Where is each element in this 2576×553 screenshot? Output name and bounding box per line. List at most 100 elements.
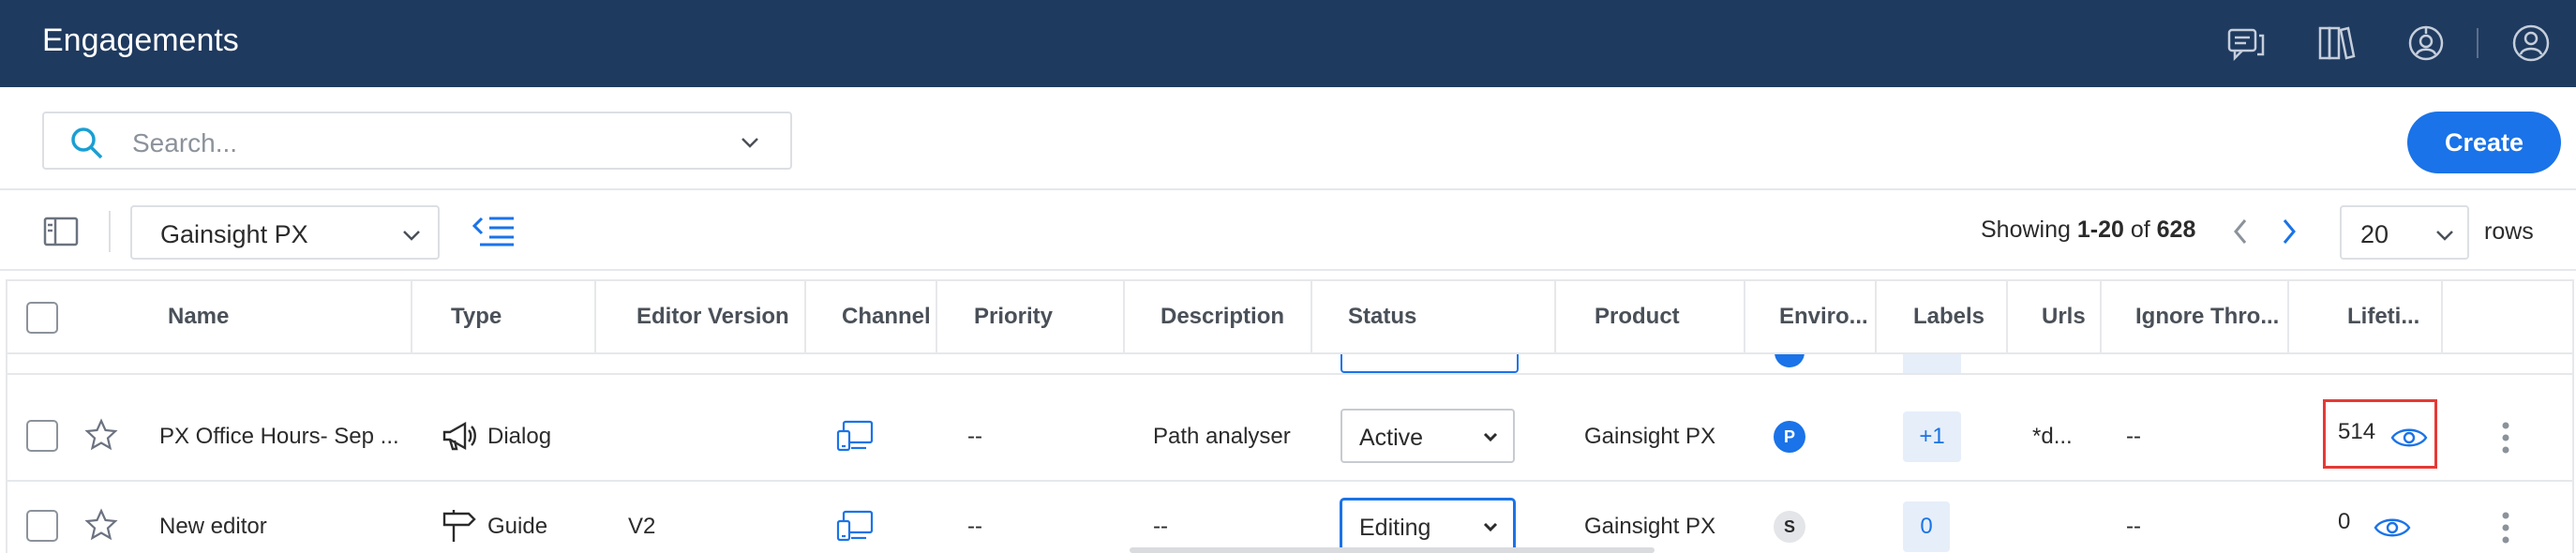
product-select[interactable]: Gainsight PX	[130, 205, 440, 260]
chevron-down-icon	[403, 231, 420, 241]
environment-badge: S	[1774, 511, 1805, 543]
chat-icon[interactable]	[2225, 22, 2267, 64]
engagement-type: Dialog	[487, 424, 552, 449]
support-icon[interactable]	[2405, 22, 2447, 64]
table-row[interactable]: PX Office Hours- Sep ... Dialog -- Path …	[7, 392, 2572, 482]
showing-prefix: Showing	[1981, 217, 2077, 243]
table-toolbar: Gainsight PX Showing 1-20 of 628 20 rows	[0, 190, 2576, 271]
showing-of: of	[2123, 217, 2157, 243]
pagination-summary: Showing 1-20 of 628	[1981, 217, 2195, 244]
filter-icon[interactable]	[472, 215, 516, 248]
labels-chip[interactable]: 0	[1903, 501, 1950, 552]
header-divider	[2477, 28, 2479, 58]
status-select[interactable]: Active	[1340, 409, 1515, 463]
web-channel-icon	[836, 420, 874, 452]
column-header-lifetime[interactable]: Lifeti...	[2347, 304, 2419, 330]
chevron-down-icon	[1483, 432, 1498, 442]
search-placeholder: Search...	[132, 128, 238, 157]
column-header-status[interactable]: Status	[1348, 304, 1416, 330]
column-header-description[interactable]: Description	[1161, 304, 1284, 330]
rows-label: rows	[2484, 218, 2534, 245]
user-icon[interactable]	[2510, 22, 2552, 64]
ignore-throttling: --	[2126, 424, 2141, 449]
column-divider	[1744, 281, 1745, 354]
column-header-product[interactable]: Product	[1595, 304, 1680, 330]
column-header-labels[interactable]: Labels	[1913, 304, 1984, 330]
star-icon[interactable]	[84, 508, 118, 542]
column-divider	[1875, 281, 1877, 354]
column-divider	[2287, 281, 2289, 354]
eye-icon[interactable]	[2374, 516, 2411, 540]
book-icon[interactable]	[2315, 22, 2357, 64]
column-header-ignore-throttling[interactable]: Ignore Thro...	[2135, 304, 2279, 330]
column-divider	[411, 281, 412, 354]
column-divider	[2100, 281, 2102, 354]
column-divider	[936, 281, 937, 354]
status-select-value: Active	[1359, 425, 1424, 451]
rows-per-page-value: 20	[2360, 220, 2389, 248]
column-header-environment[interactable]: Enviro...	[1779, 304, 1868, 330]
create-button[interactable]: Create	[2407, 112, 2561, 173]
engagement-name[interactable]: PX Office Hours- Sep ...	[159, 424, 399, 450]
description: --	[1153, 514, 1168, 539]
product: Gainsight PX	[1584, 424, 1716, 449]
environment-badge: P	[1774, 421, 1805, 453]
engagement-type: Guide	[487, 514, 548, 539]
megaphone-icon	[442, 421, 476, 451]
column-divider	[594, 281, 596, 354]
star-icon[interactable]	[84, 418, 118, 452]
showing-range: 1-20	[2076, 217, 2124, 243]
sidebar-toggle-icon[interactable]	[43, 217, 79, 247]
column-divider	[1554, 281, 1556, 354]
column-divider	[2441, 281, 2443, 354]
table-header: Name Type Editor Version Channel Priorit…	[7, 281, 2572, 354]
chevron-left-icon[interactable]	[2229, 217, 2252, 247]
column-header-channel[interactable]: Channel	[842, 304, 931, 330]
table-row[interactable]: New editor Guide V2 -- -- Editing Gainsi…	[7, 482, 2572, 553]
chevron-down-icon	[1483, 522, 1498, 532]
column-divider	[1310, 281, 1312, 354]
search-icon	[71, 127, 103, 159]
priority: --	[967, 514, 982, 539]
status-select[interactable]: Editing	[1340, 499, 1515, 553]
editor-version: V2	[628, 514, 656, 539]
status-select-value: Editing	[1359, 515, 1431, 541]
lifetime-views: 514	[2338, 419, 2376, 444]
chevron-down-icon	[2436, 231, 2453, 241]
column-divider	[804, 281, 806, 354]
signpost-icon	[442, 510, 476, 542]
urls: *d...	[2032, 424, 2073, 449]
column-header-urls[interactable]: Urls	[2042, 304, 2086, 330]
chevron-down-icon[interactable]	[738, 130, 762, 155]
column-divider	[2006, 281, 2008, 354]
search-bar-row: Search... Create	[0, 87, 2576, 190]
ignore-throttling: --	[2126, 514, 2141, 539]
engagement-name[interactable]: New editor	[159, 514, 267, 540]
engagements-table: Name Type Editor Version Channel Priorit…	[6, 279, 2574, 553]
priority: --	[967, 424, 982, 449]
select-all-checkbox[interactable]	[26, 302, 58, 334]
horizontal-scrollbar[interactable]	[1130, 547, 1655, 553]
app-header: Engagements	[0, 0, 2576, 87]
row-checkbox[interactable]	[26, 510, 58, 542]
column-header-editor-version[interactable]: Editor Version	[637, 304, 789, 330]
showing-total: 628	[2156, 217, 2196, 243]
more-options-icon[interactable]	[2501, 512, 2510, 544]
search-input[interactable]: Search...	[42, 112, 792, 170]
description: Path analyser	[1153, 424, 1291, 449]
column-header-type[interactable]: Type	[451, 304, 502, 330]
chevron-right-icon[interactable]	[2278, 217, 2300, 247]
product: Gainsight PX	[1584, 514, 1716, 539]
rows-per-page-select[interactable]: 20	[2340, 205, 2469, 260]
column-header-priority[interactable]: Priority	[974, 304, 1053, 330]
page-title: Engagements	[42, 22, 239, 58]
column-header-name[interactable]: Name	[168, 304, 229, 330]
web-channel-icon	[836, 510, 874, 542]
toolbar-divider	[109, 211, 111, 252]
eye-icon[interactable]	[2390, 426, 2428, 450]
row-checkbox[interactable]	[26, 420, 58, 452]
more-options-icon[interactable]	[2501, 422, 2510, 454]
lifetime-views: 0	[2338, 509, 2351, 534]
labels-chip[interactable]: +1	[1903, 411, 1961, 462]
column-divider	[1123, 281, 1125, 354]
